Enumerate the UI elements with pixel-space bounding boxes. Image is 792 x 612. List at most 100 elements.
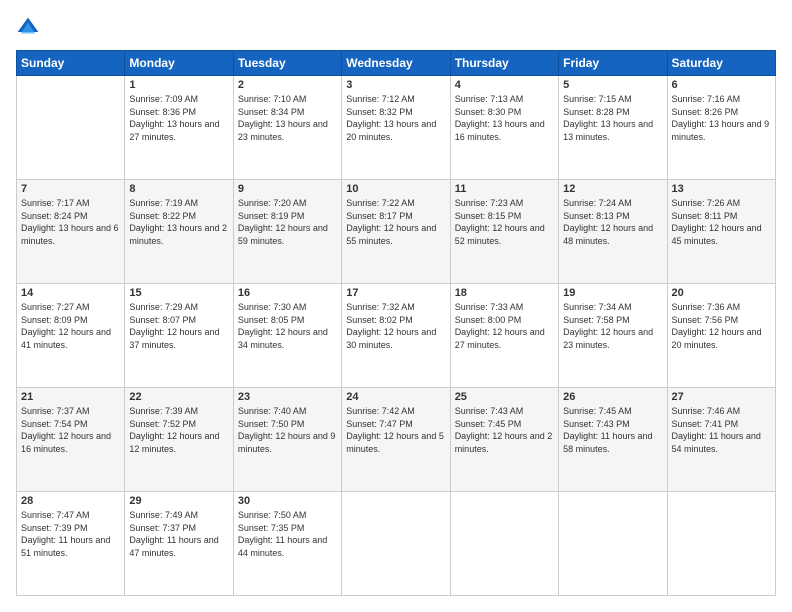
calendar-cell: 24 Sunrise: 7:42 AMSunset: 7:47 PMDayligh… [342,388,450,492]
day-info: Sunrise: 7:50 AMSunset: 7:35 PMDaylight:… [238,509,337,559]
day-number: 1 [129,79,228,91]
calendar-cell: 18 Sunrise: 7:33 AMSunset: 8:00 PMDayligh… [450,284,558,388]
calendar-cell: 12 Sunrise: 7:24 AMSunset: 8:13 PMDayligh… [559,180,667,284]
weekday-header-wednesday: Wednesday [342,51,450,76]
calendar-cell: 5 Sunrise: 7:15 AMSunset: 8:28 PMDaylight… [559,76,667,180]
day-number: 22 [129,391,228,403]
day-number: 6 [672,79,771,91]
calendar-cell: 20 Sunrise: 7:36 AMSunset: 7:56 PMDayligh… [667,284,775,388]
day-number: 26 [563,391,662,403]
weekday-header-row: SundayMondayTuesdayWednesdayThursdayFrid… [17,51,776,76]
calendar-cell: 25 Sunrise: 7:43 AMSunset: 7:45 PMDayligh… [450,388,558,492]
calendar-cell: 14 Sunrise: 7:27 AMSunset: 8:09 PMDayligh… [17,284,125,388]
calendar-cell [450,492,558,596]
header [16,16,776,40]
calendar-week-row: 1 Sunrise: 7:09 AMSunset: 8:36 PMDaylight… [17,76,776,180]
weekday-header-saturday: Saturday [667,51,775,76]
day-number: 13 [672,183,771,195]
day-number: 20 [672,287,771,299]
calendar-cell: 13Sunrise: 7:26 AMSunset: 8:11 PMDayligh… [667,180,775,284]
calendar-cell: 9 Sunrise: 7:20 AMSunset: 8:19 PMDaylight… [233,180,341,284]
calendar-cell: 1 Sunrise: 7:09 AMSunset: 8:36 PMDaylight… [125,76,233,180]
day-number: 19 [563,287,662,299]
calendar-table: SundayMondayTuesdayWednesdayThursdayFrid… [16,50,776,596]
day-info: Sunrise: 7:37 AMSunset: 7:54 PMDaylight:… [21,405,120,455]
calendar-cell: 22 Sunrise: 7:39 AMSunset: 7:52 PMDayligh… [125,388,233,492]
calendar-cell: 11 Sunrise: 7:23 AMSunset: 8:15 PMDayligh… [450,180,558,284]
day-number: 24 [346,391,445,403]
day-info: Sunrise: 7:16 AMSunset: 8:26 PMDaylight:… [672,93,771,143]
day-info: Sunrise: 7:29 AMSunset: 8:07 PMDaylight:… [129,301,228,351]
day-number: 25 [455,391,554,403]
day-info: Sunrise: 7:43 AMSunset: 7:45 PMDaylight:… [455,405,554,455]
day-info: Sunrise: 7:27 AMSunset: 8:09 PMDaylight:… [21,301,120,351]
day-info: Sunrise: 7:20 AMSunset: 8:19 PMDaylight:… [238,197,337,247]
day-info: Sunrise: 7:12 AMSunset: 8:32 PMDaylight:… [346,93,445,143]
day-info: Sunrise: 7:34 AMSunset: 7:58 PMDaylight:… [563,301,662,351]
calendar-week-row: 21 Sunrise: 7:37 AMSunset: 7:54 PMDayligh… [17,388,776,492]
day-info: Sunrise: 7:36 AMSunset: 7:56 PMDaylight:… [672,301,771,351]
day-number: 21 [21,391,120,403]
day-number: 12 [563,183,662,195]
calendar-cell: 3Sunrise: 7:12 AMSunset: 8:32 PMDaylight… [342,76,450,180]
day-number: 27 [672,391,771,403]
calendar-week-row: 28 Sunrise: 7:47 AMSunset: 7:39 PMDayligh… [17,492,776,596]
weekday-header-sunday: Sunday [17,51,125,76]
calendar-cell [559,492,667,596]
day-info: Sunrise: 7:42 AMSunset: 7:47 PMDaylight:… [346,405,445,455]
calendar-cell: 4Sunrise: 7:13 AMSunset: 8:30 PMDaylight… [450,76,558,180]
calendar-cell: 6 Sunrise: 7:16 AMSunset: 8:26 PMDaylight… [667,76,775,180]
day-number: 18 [455,287,554,299]
calendar-cell: 8Sunrise: 7:19 AMSunset: 8:22 PMDaylight… [125,180,233,284]
calendar-cell [342,492,450,596]
day-number: 5 [563,79,662,91]
day-number: 28 [21,495,120,507]
weekday-header-thursday: Thursday [450,51,558,76]
day-number: 29 [129,495,228,507]
day-number: 15 [129,287,228,299]
day-info: Sunrise: 7:15 AMSunset: 8:28 PMDaylight:… [563,93,662,143]
calendar-week-row: 7 Sunrise: 7:17 AMSunset: 8:24 PMDaylight… [17,180,776,284]
weekday-header-tuesday: Tuesday [233,51,341,76]
weekday-header-monday: Monday [125,51,233,76]
day-number: 10 [346,183,445,195]
day-info: Sunrise: 7:45 AMSunset: 7:43 PMDaylight:… [563,405,662,455]
day-number: 14 [21,287,120,299]
calendar-cell [17,76,125,180]
calendar-cell: 19 Sunrise: 7:34 AMSunset: 7:58 PMDayligh… [559,284,667,388]
day-info: Sunrise: 7:39 AMSunset: 7:52 PMDaylight:… [129,405,228,455]
day-info: Sunrise: 7:17 AMSunset: 8:24 PMDaylight:… [21,197,120,247]
calendar-cell: 21 Sunrise: 7:37 AMSunset: 7:54 PMDayligh… [17,388,125,492]
calendar-cell: 27Sunrise: 7:46 AMSunset: 7:41 PMDayligh… [667,388,775,492]
day-info: Sunrise: 7:09 AMSunset: 8:36 PMDaylight:… [129,93,228,143]
page: SundayMondayTuesdayWednesdayThursdayFrid… [0,0,792,612]
day-info: Sunrise: 7:23 AMSunset: 8:15 PMDaylight:… [455,197,554,247]
day-info: Sunrise: 7:22 AMSunset: 8:17 PMDaylight:… [346,197,445,247]
day-info: Sunrise: 7:10 AMSunset: 8:34 PMDaylight:… [238,93,337,143]
day-number: 23 [238,391,337,403]
day-number: 7 [21,183,120,195]
weekday-header-friday: Friday [559,51,667,76]
day-number: 2 [238,79,337,91]
day-info: Sunrise: 7:19 AMSunset: 8:22 PMDaylight:… [129,197,228,247]
day-info: Sunrise: 7:13 AMSunset: 8:30 PMDaylight:… [455,93,554,143]
day-number: 11 [455,183,554,195]
logo [16,16,42,40]
day-info: Sunrise: 7:47 AMSunset: 7:39 PMDaylight:… [21,509,120,559]
day-info: Sunrise: 7:30 AMSunset: 8:05 PMDaylight:… [238,301,337,351]
day-info: Sunrise: 7:32 AMSunset: 8:02 PMDaylight:… [346,301,445,351]
calendar-cell: 15 Sunrise: 7:29 AMSunset: 8:07 PMDayligh… [125,284,233,388]
day-info: Sunrise: 7:33 AMSunset: 8:00 PMDaylight:… [455,301,554,351]
calendar-cell [667,492,775,596]
day-number: 30 [238,495,337,507]
day-info: Sunrise: 7:24 AMSunset: 8:13 PMDaylight:… [563,197,662,247]
logo-icon [16,16,40,40]
calendar-cell: 7 Sunrise: 7:17 AMSunset: 8:24 PMDaylight… [17,180,125,284]
calendar-week-row: 14 Sunrise: 7:27 AMSunset: 8:09 PMDayligh… [17,284,776,388]
calendar-cell: 26 Sunrise: 7:45 AMSunset: 7:43 PMDayligh… [559,388,667,492]
calendar-cell: 17Sunrise: 7:32 AMSunset: 8:02 PMDayligh… [342,284,450,388]
calendar-cell: 2 Sunrise: 7:10 AMSunset: 8:34 PMDaylight… [233,76,341,180]
calendar-cell: 29 Sunrise: 7:49 AMSunset: 7:37 PMDayligh… [125,492,233,596]
day-number: 9 [238,183,337,195]
day-info: Sunrise: 7:49 AMSunset: 7:37 PMDaylight:… [129,509,228,559]
